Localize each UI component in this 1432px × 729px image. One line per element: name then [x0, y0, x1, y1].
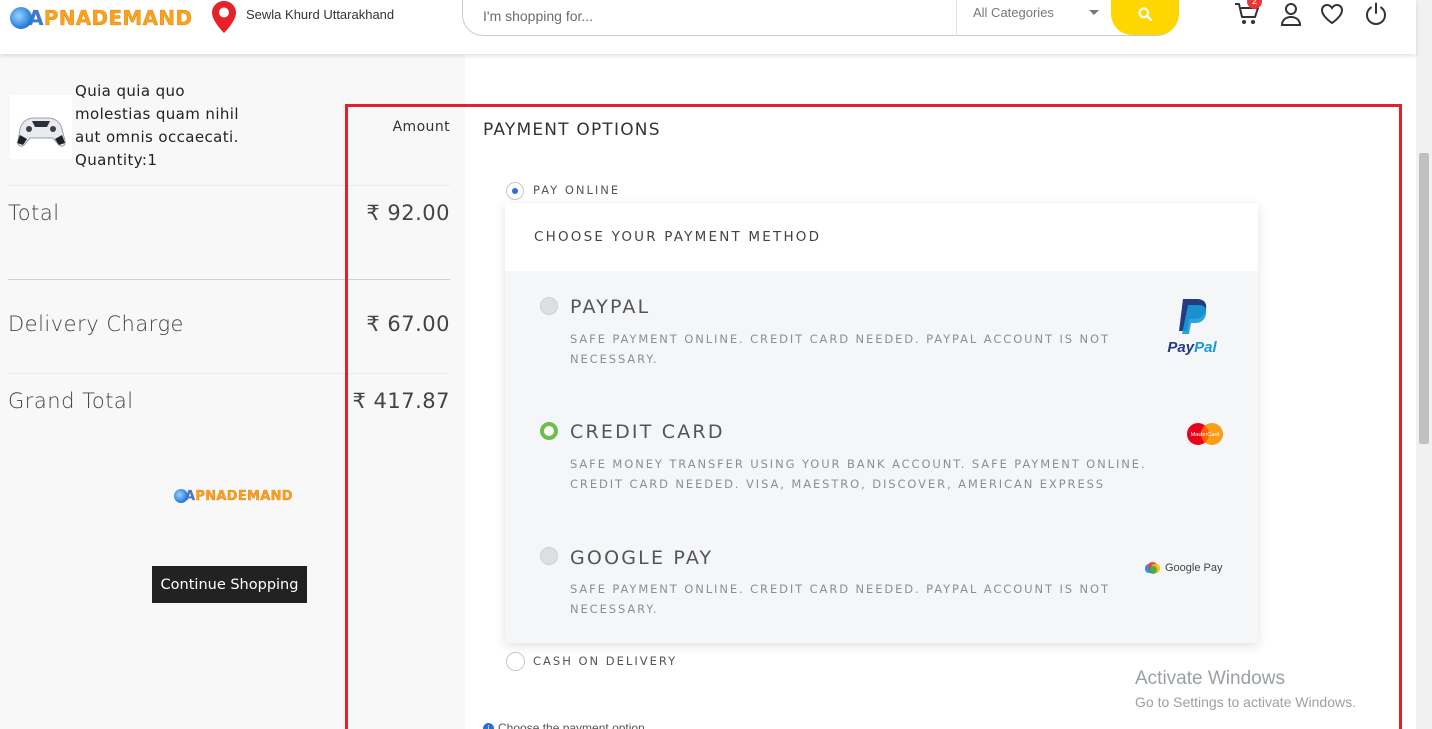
paypal-logo-icon: PayPal [1167, 299, 1217, 355]
info-icon: i [483, 722, 494, 729]
choose-method-title: CHOOSE YOUR PAYMENT METHOD [534, 229, 822, 245]
search-divider [956, 0, 957, 36]
logo-globe-icon [174, 489, 188, 503]
methods-header: CHOOSE YOUR PAYMENT METHOD [505, 203, 1258, 271]
total-label: Total [8, 201, 60, 225]
pay-online-label[interactable]: PAY ONLINE [533, 183, 620, 197]
page-scrollbar[interactable] [1416, 0, 1432, 729]
credit-card-title[interactable]: CREDIT CARD [570, 421, 725, 443]
user-icon [1280, 3, 1302, 26]
delivery-charge-value: ₹ 67.00 [366, 312, 450, 336]
product-image [10, 95, 72, 159]
account-button[interactable] [1277, 0, 1305, 28]
paypal-title[interactable]: PAYPAL [570, 296, 650, 318]
checkout-page: APNADEMAND Sewla Khurd Uttarakhand All C… [0, 0, 1432, 729]
payment-methods-card: CHOOSE YOUR PAYMENT METHOD PAYPAL SAFE P… [505, 203, 1258, 643]
logo-globe-icon [10, 7, 32, 29]
total-value: ₹ 92.00 [366, 201, 450, 225]
chevron-down-icon[interactable] [1089, 10, 1099, 15]
site-logo[interactable]: APNADEMAND [10, 3, 192, 33]
mastercard-logo-icon: MasterCard [1187, 423, 1223, 445]
google-pay-title[interactable]: GOOGLE PAY [570, 547, 713, 569]
paypal-description: SAFE PAYMENT ONLINE. CREDIT CARD NEEDED.… [570, 332, 1110, 366]
payment-hint-text: Choose the payment option [498, 721, 645, 729]
amount-header: Amount [392, 119, 450, 135]
power-icon [1366, 2, 1386, 25]
google-pay-description: SAFE PAYMENT ONLINE. CREDIT CARD NEEDED.… [570, 582, 1110, 616]
google-pay-brand: Google Pay [1165, 562, 1223, 574]
credit-card-description: SAFE MONEY TRANSFER USING YOUR BANK ACCO… [570, 457, 1147, 491]
payment-hint: i Choose the payment option [483, 721, 645, 729]
divider [8, 185, 450, 186]
search-icon [1138, 7, 1152, 21]
delivery-location[interactable]: Sewla Khurd Uttarakhand [246, 7, 394, 22]
footer-logo: APNADEMAND [174, 484, 293, 508]
heart-icon [1320, 3, 1344, 25]
cash-on-delivery-radio[interactable] [506, 652, 525, 671]
payment-options-title: PAYMENT OPTIONS [483, 120, 661, 140]
google-pay-logo: Google Pay [1145, 561, 1222, 575]
grand-total-label: Grand Total [8, 389, 134, 413]
google-pay-radio[interactable] [540, 547, 558, 565]
activate-windows-watermark: Activate Windows Go to Settings to activ… [1135, 668, 1356, 710]
svg-text:MasterCard: MasterCard [1191, 432, 1220, 438]
google-pay-icon [1145, 562, 1160, 574]
continue-shopping-button[interactable]: Continue Shopping [152, 566, 307, 603]
scrollbar-thumb[interactable] [1419, 153, 1429, 444]
watermark-title: Activate Windows [1135, 668, 1285, 689]
paypal-radio[interactable] [540, 297, 558, 315]
logo-text: APNADEMAND [28, 6, 193, 30]
wishlist-button[interactable] [1318, 0, 1346, 28]
pay-online-radio[interactable] [506, 182, 524, 200]
cash-on-delivery-label[interactable]: CASH ON DELIVERY [533, 654, 677, 668]
search-bar: All Categories [462, 0, 1179, 36]
footer-logo-text: APNADEMAND [185, 488, 293, 504]
search-button[interactable] [1111, 0, 1179, 35]
location-pin-icon[interactable] [211, 1, 237, 33]
site-header: APNADEMAND Sewla Khurd Uttarakhand All C… [0, 0, 1416, 54]
credit-card-radio[interactable] [540, 422, 558, 440]
category-select[interactable]: All Categories [973, 5, 1054, 20]
cart-button[interactable]: 2 [1233, 0, 1262, 28]
watermark-subtitle: Go to Settings to activate Windows. [1135, 694, 1356, 710]
delivery-charge-label: Delivery Charge [8, 312, 184, 336]
grand-total-value: ₹ 417.87 [352, 389, 450, 413]
divider [8, 279, 450, 280]
svg-text:PayPal: PayPal [1167, 339, 1217, 355]
product-quantity: Quantity:1 [75, 151, 158, 169]
logout-button[interactable] [1362, 0, 1390, 28]
product-title: Quia quia quo molestias quam nihil aut o… [75, 82, 239, 146]
product-name: Quia quia quo molestias quam nihil aut o… [75, 80, 265, 172]
search-input[interactable] [483, 4, 943, 28]
divider [8, 373, 450, 374]
